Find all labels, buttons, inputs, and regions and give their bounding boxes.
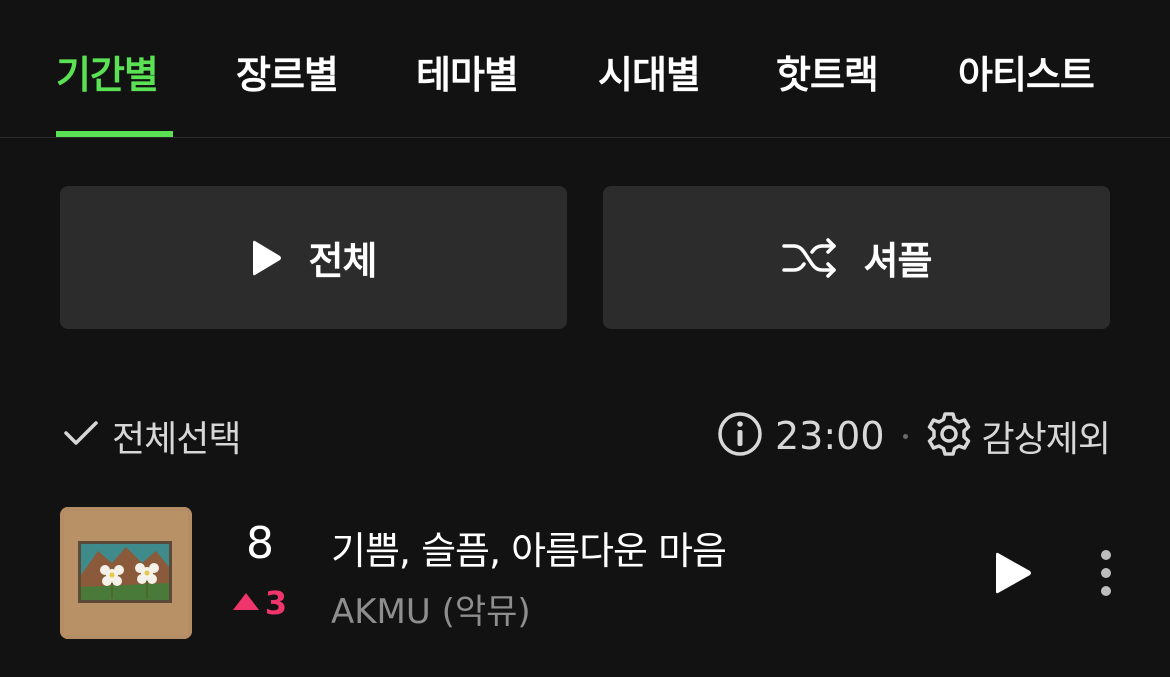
song-artist[interactable]: AKMU (악뮤) <box>331 584 531 633</box>
gear-icon[interactable] <box>926 411 972 461</box>
play-icon <box>990 552 1036 602</box>
rank-up-arrow-icon <box>232 593 259 610</box>
shuffle-label: 셔플 <box>863 239 933 283</box>
song-title[interactable]: 기쁨, 슬픔, 아름다운 마음 <box>331 520 727 575</box>
rank-change-up: 3 <box>220 584 300 622</box>
tab-period[interactable]: 기간별 <box>56 44 159 99</box>
play-icon <box>251 238 283 278</box>
tab-theme[interactable]: 테마별 <box>416 44 519 99</box>
select-all-label: 전체선택 <box>112 419 241 460</box>
separator-dot <box>902 433 908 439</box>
tab-genre[interactable]: 장르별 <box>236 44 339 99</box>
row-more-button[interactable] <box>1090 548 1122 602</box>
rank-change-value: 3 <box>264 584 288 622</box>
tab-hot-track[interactable]: 핫트랙 <box>776 44 879 99</box>
tab-artist[interactable]: 아티스트 <box>958 44 1095 99</box>
shuffle-button[interactable]: 셔플 <box>603 186 1110 329</box>
row-play-button[interactable] <box>990 548 1036 598</box>
info-icon[interactable] <box>717 411 763 461</box>
category-tab-bar: 기간별 장르별 테마별 시대별 핫트랙 아티스트 <box>0 0 1170 138</box>
play-all-label: 전체 <box>308 239 378 283</box>
play-all-button[interactable]: 전체 <box>60 186 567 329</box>
check-icon <box>60 419 100 453</box>
list-toolbar: 전체선택 23:00 감상제외 <box>60 408 1111 464</box>
select-all-button[interactable]: 전체선택 <box>60 408 241 464</box>
more-vertical-icon <box>1090 550 1122 606</box>
tab-era[interactable]: 시대별 <box>598 44 701 99</box>
active-tab-indicator <box>56 131 173 137</box>
song-row[interactable]: 8 3 기쁨, 슬픔, 아름다운 마음 AKMU (악뮤) <box>0 500 1170 650</box>
total-duration: 23:00 <box>775 414 885 458</box>
album-art <box>60 507 192 639</box>
shuffle-icon <box>781 237 838 278</box>
exclude-listening-label[interactable]: 감상제외 <box>982 410 1111 462</box>
chart-rank: 8 <box>246 518 274 569</box>
toolbar-right-group: 23:00 감상제외 <box>717 408 1111 464</box>
